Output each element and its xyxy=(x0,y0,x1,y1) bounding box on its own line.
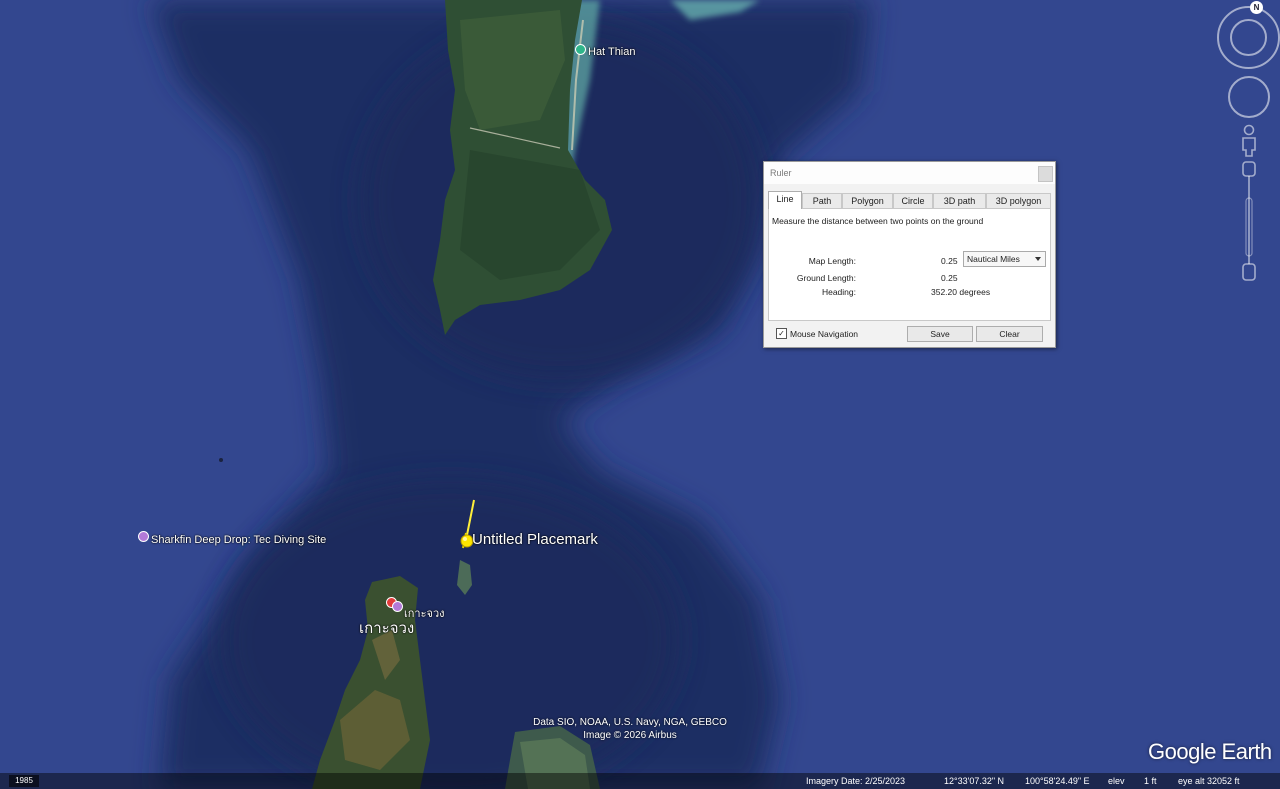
island-marker-icon[interactable] xyxy=(392,601,403,612)
heading-value: 352.20 degrees xyxy=(931,287,991,297)
ruler-dialog: Ruler Line Path Polygon Circle 3D path 3… xyxy=(763,161,1056,348)
ruler-panel: Measure the distance between two points … xyxy=(768,208,1051,321)
ground-length-value: 0.25 xyxy=(941,273,958,283)
look-joystick-inner xyxy=(1230,19,1267,56)
clear-button[interactable]: Clear xyxy=(976,326,1043,342)
place-label-hat-thian[interactable]: Hat Thian xyxy=(588,46,636,58)
tab-3d-polygon[interactable]: 3D polygon xyxy=(986,193,1051,208)
historical-imagery-year[interactable]: 1985 xyxy=(9,775,39,787)
longitude-readout: 100°58'24.49" E xyxy=(1025,776,1090,786)
ruler-tabs: Line Path Polygon Circle 3D path 3D poly… xyxy=(768,191,1051,209)
elevation-value: 1 ft xyxy=(1144,776,1157,786)
map-length-label: Map Length: xyxy=(808,256,856,266)
street-view-pegman-icon[interactable] xyxy=(1240,124,1258,158)
ruler-description: Measure the distance between two points … xyxy=(772,216,984,226)
unit-select-value: Nautical Miles xyxy=(967,254,1020,264)
place-label-island-large[interactable]: เกาะจวง xyxy=(359,616,414,640)
google-earth-logo: Google Earth xyxy=(1148,739,1272,764)
ruler-footer: ✓ Mouse Navigation Save Clear xyxy=(764,325,1055,345)
place-label-sharkfin[interactable]: Sharkfin Deep Drop: Tec Diving Site xyxy=(151,534,326,546)
elevation-label: elev xyxy=(1108,776,1125,786)
placemark-label[interactable]: Untitled Placemark xyxy=(472,531,598,548)
move-joystick[interactable] xyxy=(1228,76,1270,118)
tab-circle[interactable]: Circle xyxy=(893,193,933,208)
ground-length-label: Ground Length: xyxy=(796,273,856,283)
attribution-line-1: Data SIO, NOAA, U.S. Navy, NGA, GEBCO xyxy=(533,717,727,728)
tab-path[interactable]: Path xyxy=(802,193,842,208)
imagery-date: Imagery Date: 2/25/2023 xyxy=(806,776,906,786)
attribution-line-2: Image © 2026 Airbus xyxy=(583,730,677,741)
north-indicator[interactable]: N xyxy=(1250,1,1263,14)
satellite-map[interactable] xyxy=(0,0,1280,789)
unit-select[interactable]: Nautical Miles xyxy=(963,251,1046,267)
map-length-value: 0.25 xyxy=(941,256,958,266)
tab-polygon[interactable]: Polygon xyxy=(842,193,893,208)
dive-site-icon[interactable] xyxy=(138,531,149,542)
tab-3d-path[interactable]: 3D path xyxy=(933,193,986,208)
eye-altitude: eye alt 32052 ft xyxy=(1178,776,1240,786)
tab-line[interactable]: Line xyxy=(768,191,802,209)
chevron-down-icon xyxy=(1035,257,1041,261)
mouse-navigation-label[interactable]: Mouse Navigation xyxy=(790,329,858,339)
place-marker-icon[interactable] xyxy=(575,44,586,55)
zoom-slider[interactable] xyxy=(1239,160,1259,284)
ruler-title: Ruler xyxy=(770,168,792,178)
heading-label: Heading: xyxy=(821,287,856,297)
status-bar: 1985 Imagery Date: 2/25/2023 12°33'07.32… xyxy=(0,773,1280,789)
close-button[interactable] xyxy=(1038,166,1053,182)
ruler-titlebar[interactable]: Ruler xyxy=(764,162,1055,184)
save-button[interactable]: Save xyxy=(907,326,973,342)
latitude-readout: 12°33'07.32" N xyxy=(944,776,1005,786)
mouse-navigation-checkbox[interactable]: ✓ xyxy=(776,328,787,339)
